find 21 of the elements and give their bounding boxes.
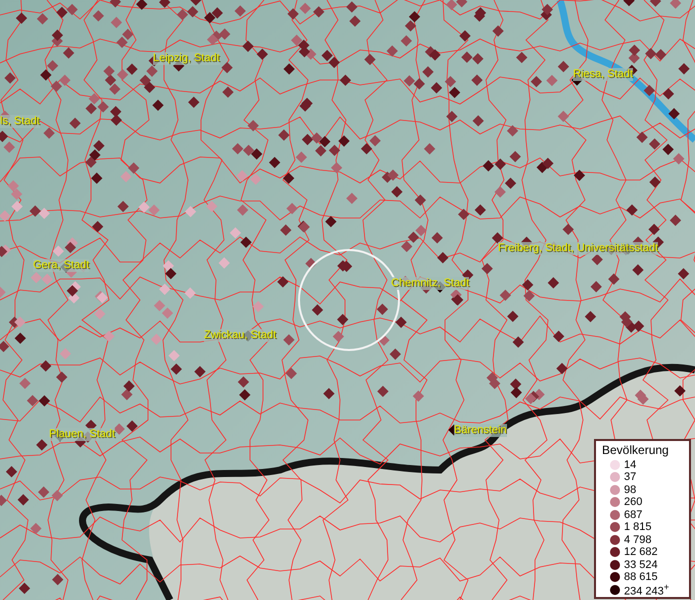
place-label: Plauen, Stadt [49, 428, 116, 441]
place-label: Zwickau, Stadt [204, 329, 276, 342]
place-label: Riesa, Stadt [573, 68, 633, 81]
legend-label: 1 815 [624, 521, 652, 534]
place-label: Chemnitz, Stadt [391, 277, 470, 290]
legend-label: 14 [624, 458, 636, 471]
legend-title: Bevölkerung [602, 442, 670, 456]
legend-label: 98 [624, 484, 636, 496]
legend-label: 260 [624, 496, 642, 508]
legend-label: 37 [624, 471, 636, 484]
legend-label: 234 243$^{+}$ [624, 582, 670, 598]
legend-label: 12 682 [624, 546, 658, 558]
legend-label: 4 798 [624, 534, 652, 546]
legend-label: 33 524 [624, 558, 658, 571]
legend-label: 687 [624, 508, 642, 521]
place-label: Freiberg, Stadt, Universitätsstadt [498, 242, 658, 255]
place-label: Bärenstein [454, 424, 507, 437]
place-label: Gera, Stadt [33, 259, 90, 272]
legend-label: 88 615 [624, 571, 658, 584]
place-label: Leipzig, Stadt [153, 52, 220, 65]
place-label: ls, Stadt [0, 115, 40, 128]
